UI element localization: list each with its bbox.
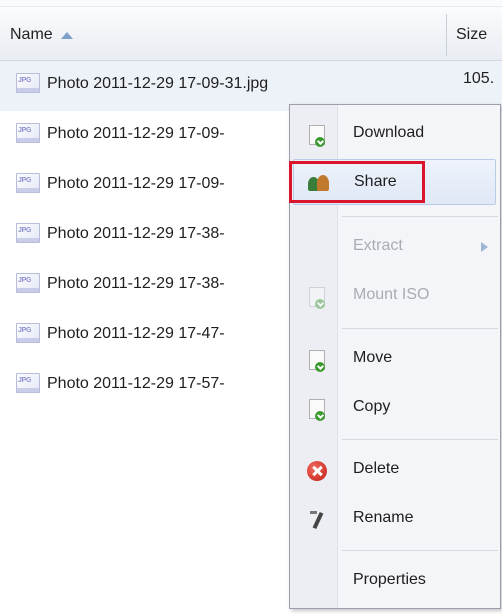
jpg-file-icon: JPG <box>16 73 40 93</box>
file-name: Photo 2011-12-29 17-57- <box>47 375 225 392</box>
sort-ascending-icon <box>60 31 73 39</box>
download-icon <box>307 125 325 147</box>
menu-item-label: Mount ISO <box>353 286 430 303</box>
name-column-label: Name <box>10 26 53 43</box>
jpg-file-icon: JPG <box>16 173 40 193</box>
jpg-file-icon: JPG <box>16 273 40 293</box>
menu-item-label: Properties <box>353 571 426 588</box>
menu-item-label: Download <box>353 124 425 141</box>
jpg-file-icon: JPG <box>16 373 40 393</box>
menu-item-mount-iso: Mount ISO <box>290 273 500 317</box>
share-highlight-box <box>289 161 425 203</box>
menu-item-label: Copy <box>353 398 391 415</box>
menu-item-rename[interactable]: Rename <box>290 496 500 540</box>
menu-separator <box>342 216 498 217</box>
jpg-file-icon: JPG <box>16 223 40 243</box>
file-name: Photo 2011-12-29 17-38- <box>47 275 225 292</box>
menu-separator <box>342 439 498 440</box>
mount-iso-icon <box>307 287 325 309</box>
menu-item-label: Delete <box>353 460 400 477</box>
menu-item-label: Move <box>353 349 393 366</box>
menu-separator <box>342 550 498 551</box>
jpg-file-icon: JPG <box>16 123 40 143</box>
delete-icon <box>307 461 327 481</box>
file-name: Photo 2011-12-29 17-09-31.jpg <box>47 75 269 92</box>
file-name: Photo 2011-12-29 17-47- <box>47 325 225 342</box>
menu-item-move[interactable]: Move <box>290 336 500 380</box>
menu-item-label: Rename <box>353 509 414 526</box>
move-icon <box>307 350 325 372</box>
header-top-strip <box>0 0 502 7</box>
copy-icon <box>307 399 325 421</box>
file-name: Photo 2011-12-29 17-38- <box>47 225 225 242</box>
column-header: Name Size <box>0 0 502 61</box>
file-size: 105. <box>463 70 495 87</box>
name-column-header[interactable]: Name <box>0 12 446 58</box>
file-name: Photo 2011-12-29 17-09- <box>47 125 225 142</box>
size-column-label: Size <box>456 26 488 43</box>
menu-separator <box>342 328 498 329</box>
rename-icon <box>307 510 325 530</box>
column-separator[interactable] <box>446 14 447 56</box>
menu-item-label: Extract <box>353 237 403 254</box>
menu-item-properties[interactable]: Properties <box>290 558 500 602</box>
jpg-file-icon: JPG <box>16 323 40 343</box>
submenu-arrow-icon <box>481 242 488 252</box>
size-column-header[interactable]: Size <box>456 12 487 58</box>
menu-item-extract: Extract <box>290 224 500 268</box>
menu-item-delete[interactable]: Delete <box>290 447 500 491</box>
menu-item-download[interactable]: Download <box>290 111 500 155</box>
menu-item-copy[interactable]: Copy <box>290 385 500 429</box>
file-name: Photo 2011-12-29 17-09- <box>47 175 225 192</box>
